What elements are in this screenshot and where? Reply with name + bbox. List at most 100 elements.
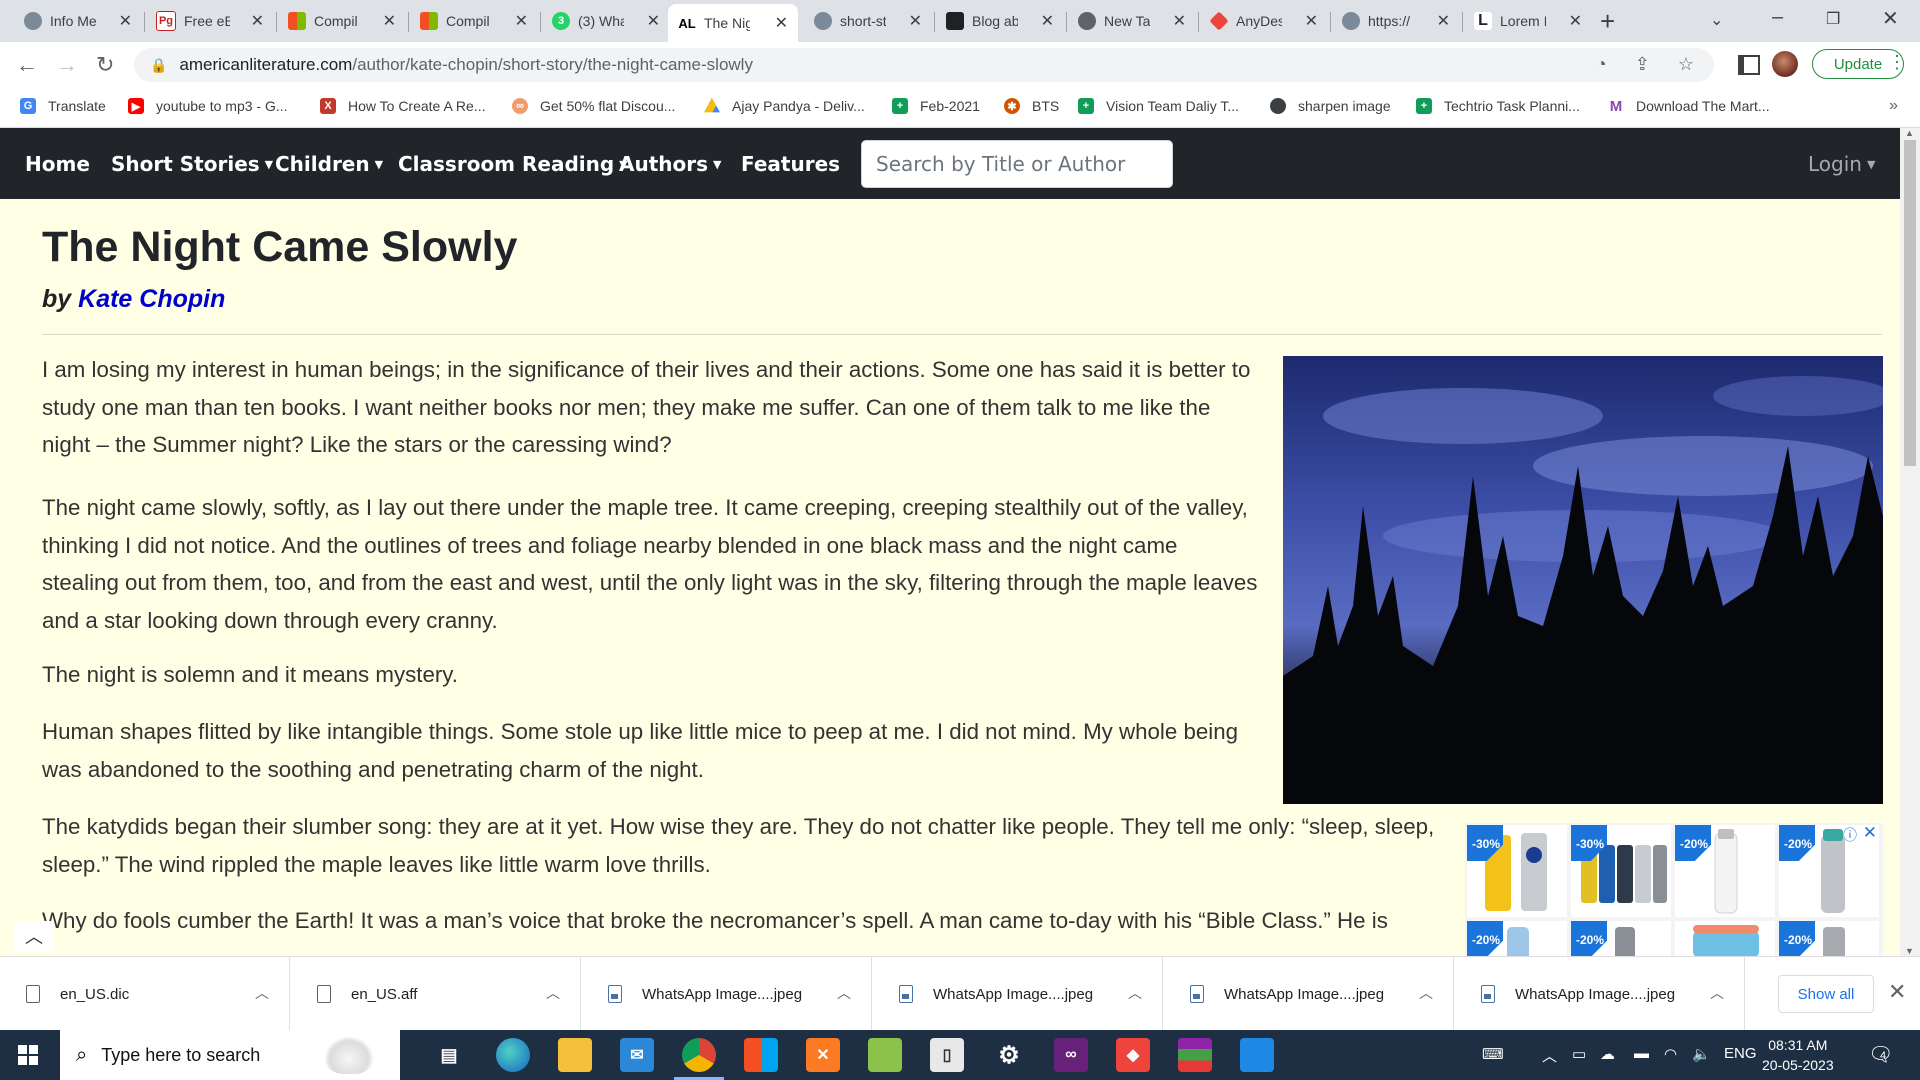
ad-product[interactable]: -20% [1675,825,1775,917]
bookmark-star-icon[interactable]: ☆ [1678,54,1694,75]
bookmark-item[interactable]: ▶ youtube to mp3 - G... [128,98,288,114]
chevron-up-icon[interactable]: ︿ [1710,983,1724,1003]
bookmark-item[interactable]: Ajay Pandya - Deliv... [704,98,865,114]
close-tab-icon[interactable]: ✕ [1173,11,1186,31]
browser-tab[interactable]: New Tal ✕ [1068,4,1196,38]
onedrive-cloud-icon[interactable]: ☁ [1600,1045,1615,1063]
scroll-down-arrow-icon[interactable]: ▼ [1905,946,1914,956]
download-item[interactable]: en_US.aff ︿ [291,957,581,1031]
store-icon[interactable] [744,1038,778,1072]
browser-tab[interactable]: Blog ab ✕ [936,4,1064,38]
edge-icon[interactable] [496,1038,530,1072]
close-tab-icon[interactable]: ✕ [1041,11,1054,31]
close-tab-icon[interactable]: ✕ [515,11,528,31]
bookmark-item[interactable]: ∞ Get 50% flat Discou... [512,98,675,114]
forward-icon[interactable]: → [56,52,78,78]
scroll-up-arrow-icon[interactable]: ▲ [1905,128,1914,138]
minimize-icon[interactable]: – [1772,6,1783,29]
visual-studio-icon[interactable]: ∞ [1054,1038,1088,1072]
show-hidden-icons-chevron-icon[interactable]: ︿ [1542,1045,1557,1066]
site-search-input[interactable] [861,140,1173,188]
chevron-up-icon[interactable]: ︿ [1128,983,1142,1003]
performance-icon[interactable]: ◔ [1596,54,1607,75]
profile-avatar[interactable] [1772,51,1798,77]
ad-close-icon[interactable]: ✕ [1863,823,1877,843]
download-item[interactable]: en_US.dic ︿ [0,957,290,1031]
chevron-up-icon[interactable]: ︿ [255,983,269,1003]
close-tab-icon[interactable]: ✕ [1305,11,1318,31]
ad-product[interactable]: -20% [1779,921,1879,956]
side-panel-icon[interactable] [1738,55,1760,75]
close-tab-icon[interactable]: ✕ [1437,11,1450,31]
login-dropdown[interactable]: Login ▼ [1808,152,1875,176]
documents-icon[interactable]: ▯ [930,1038,964,1072]
ad-product[interactable]: -30% [1467,825,1567,917]
browser-tab[interactable]: Pg Free eB ✕ [146,4,274,38]
notepad-plus-icon[interactable] [868,1038,902,1072]
nav-children[interactable]: Children ▼ [275,152,383,176]
nav-features[interactable]: Features [741,152,840,176]
notifications-icon[interactable]: 🗨 4 [1868,1042,1893,1067]
settings-gear-icon[interactable]: ⚙ [992,1038,1026,1072]
browser-tab[interactable]: Info Me ✕ [14,4,142,38]
language-indicator[interactable]: ENG [1724,1045,1757,1062]
browser-tab[interactable]: L Lorem I ✕ [1464,4,1592,38]
address-bar[interactable]: 🔒 americanliterature.com/author/kate-cho… [134,48,1714,82]
back-icon[interactable]: ← [16,52,38,78]
xampp-icon[interactable]: ✕ [806,1038,840,1072]
browser-tab[interactable]: https:// ✕ [1332,4,1460,38]
anydesk-icon[interactable]: ◆ [1116,1038,1150,1072]
browser-tab[interactable]: AnyDes ✕ [1200,4,1328,38]
wifi-icon[interactable]: ◠ [1664,1045,1677,1063]
close-window-icon[interactable]: ✕ [1882,6,1899,31]
download-item[interactable]: WhatsApp Image....jpeg ︿ [873,957,1163,1031]
nav-home[interactable]: Home [25,152,90,176]
browser-tab-active[interactable]: AL The Nig ✕ [668,4,798,42]
battery-icon[interactable]: ▬ [1634,1045,1649,1062]
ad-product[interactable]: -30% [1571,825,1671,917]
bookmark-item[interactable]: + Techtrio Task Planni... [1416,98,1580,114]
more-bookmarks-icon[interactable]: » [1889,97,1898,115]
windows-start-icon[interactable] [18,1045,38,1065]
close-tab-icon[interactable]: ✕ [383,11,396,31]
download-item[interactable]: WhatsApp Image....jpeg ︿ [1164,957,1454,1031]
download-item[interactable]: WhatsApp Image....jpeg ︿ [1455,957,1745,1031]
browser-tab[interactable]: Compil ✕ [410,4,538,38]
reload-icon[interactable]: ↻ [96,52,114,78]
chrome-icon[interactable] [674,1038,724,1080]
bookmark-item[interactable]: + Vision Team Daliy T... [1078,98,1239,114]
close-tab-icon[interactable]: ✕ [1569,11,1582,31]
ad-product[interactable]: -20% [1467,921,1567,956]
page-scrollbar[interactable]: ▲ ▼ [1900,128,1920,956]
bookmark-item[interactable]: sharpen image [1270,98,1391,114]
scroll-thumb[interactable] [1904,140,1916,466]
collapse-up-icon[interactable]: ︿ [14,921,54,951]
close-downloads-icon[interactable]: ✕ [1888,979,1906,1005]
keyboard-icon[interactable]: ⌨ [1482,1045,1504,1063]
close-tab-icon[interactable]: ✕ [119,11,132,31]
show-all-button[interactable]: Show all [1778,975,1874,1013]
taskbar-search[interactable]: ⌕ Type here to search [60,1030,400,1080]
close-tab-icon[interactable]: ✕ [909,11,922,31]
lock-icon[interactable]: 🔒 [150,57,167,74]
menu-kebab-icon[interactable]: ⋮ [1888,52,1906,73]
ad-product[interactable]: -20% [1571,921,1671,956]
task-view-icon[interactable]: ▤ [432,1038,466,1072]
bookmark-item[interactable]: + Feb-2021 [892,98,980,114]
close-tab-icon[interactable]: ✕ [251,11,264,31]
restore-icon[interactable]: ❐ [1826,9,1840,29]
device-icon[interactable]: ▭ [1572,1045,1586,1063]
winrar-icon[interactable] [1178,1038,1212,1072]
close-tab-icon[interactable]: ✕ [775,13,788,33]
volume-icon[interactable]: 🔈 [1692,1045,1711,1063]
ad-banner[interactable]: -30% -30% -20% -20% -20% -20% -20% ⓘ ✕ [1465,823,1883,956]
nav-classroom-reading[interactable]: Classroom Reading ▼ [398,152,628,176]
chevron-up-icon[interactable]: ︿ [837,983,851,1003]
author-link[interactable]: Kate Chopin [78,285,225,313]
bookmark-item[interactable]: M Download The Mart... [1608,98,1770,115]
photos-icon[interactable] [1240,1038,1274,1072]
nav-short-stories[interactable]: Short Stories ▼ [111,152,273,176]
browser-tab[interactable]: 3 (3) Wha ✕ [542,4,670,38]
close-tab-icon[interactable]: ✕ [647,11,660,31]
clock[interactable]: 08:31 AM 20-05-2023 [1762,1035,1834,1075]
